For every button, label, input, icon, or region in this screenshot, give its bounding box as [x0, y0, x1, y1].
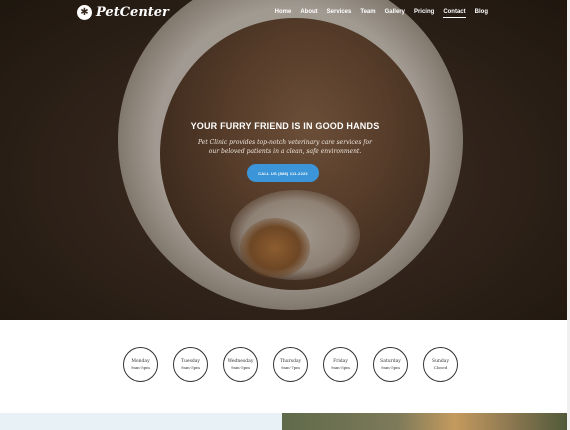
- nav-item-about[interactable]: About: [300, 9, 317, 18]
- hours-friday: Friday 9am-5pm: [323, 347, 358, 382]
- day-hours: 9am-5pm: [181, 365, 200, 370]
- day-hours: 9am-5pm: [331, 365, 350, 370]
- hero-section: ✱ PetCenter Home About Services Team Gal…: [0, 0, 570, 320]
- next-section-panel: [0, 413, 282, 430]
- next-section-dog-image: [282, 413, 570, 430]
- day-hours: 9am-7pm: [281, 365, 300, 370]
- nav-item-services[interactable]: Services: [327, 9, 352, 18]
- hours-monday: Monday 9am-5pm: [123, 347, 158, 382]
- day-hours: 9am-5pm: [131, 365, 150, 370]
- day-hours: 9am-5pm: [231, 365, 250, 370]
- hours-tuesday: Tuesday 9am-5pm: [173, 347, 208, 382]
- hours-wednesday: Wednesday 9am-5pm: [223, 347, 258, 382]
- hero-overlay: [0, 0, 570, 320]
- opening-hours: Monday 9am-5pm Tuesday 9am-5pm Wednesday…: [123, 347, 458, 382]
- nav-item-home[interactable]: Home: [275, 9, 292, 18]
- hours-thursday: Thursday 9am-7pm: [273, 347, 308, 382]
- paw-icon: ✱: [77, 5, 92, 20]
- hours-saturday: Saturday 9am-5pm: [373, 347, 408, 382]
- nav-item-contact[interactable]: Contact: [443, 9, 466, 18]
- nav-item-blog[interactable]: Blog: [475, 9, 488, 18]
- hero-title: YOUR FURRY FRIEND IS IN GOOD HANDS: [190, 121, 380, 131]
- call-us-button[interactable]: CALL US (888) 111-2222: [247, 164, 319, 182]
- day-hours: Closed: [433, 365, 448, 370]
- nav-item-gallery[interactable]: Gallery: [385, 9, 405, 18]
- nav-item-pricing[interactable]: Pricing: [414, 9, 434, 18]
- site-logo[interactable]: ✱ PetCenter: [77, 5, 169, 20]
- day-hours: 9am-5pm: [381, 365, 400, 370]
- nav-item-team[interactable]: Team: [360, 9, 375, 18]
- hours-sunday: Sunday Closed: [423, 347, 458, 382]
- hero-subtitle: Pet Clinic provides top-notch veterinary…: [198, 139, 372, 155]
- brand-name: PetCenter: [96, 5, 169, 20]
- main-nav: Home About Services Team Gallery Pricing…: [275, 9, 488, 18]
